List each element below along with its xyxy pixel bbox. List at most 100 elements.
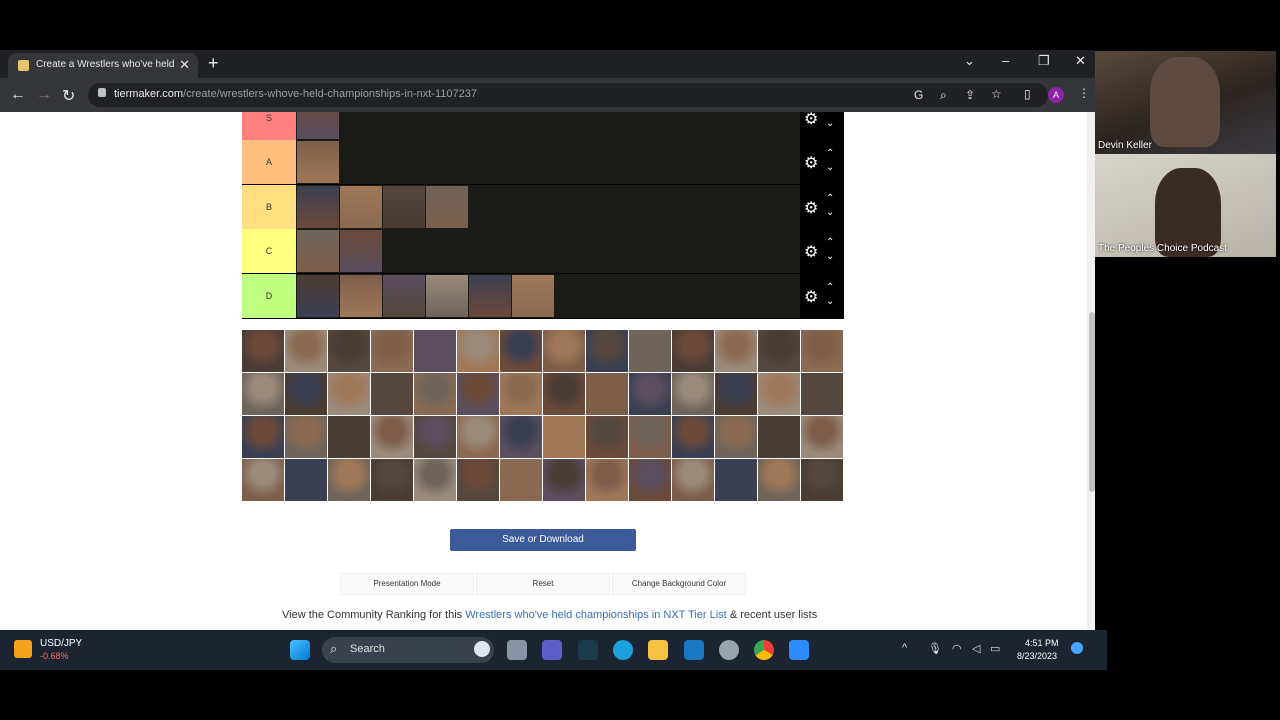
gear-icon[interactable]: ⚙ — [804, 242, 818, 262]
wrestler-thumbnail[interactable] — [285, 416, 327, 458]
zoom-app-icon[interactable] — [789, 640, 809, 660]
clock-time[interactable]: 4:51 PM — [1025, 638, 1059, 648]
wrestler-thumbnail[interactable] — [801, 459, 843, 501]
change-background-button[interactable]: Change Background Color — [612, 573, 746, 595]
wrestler-thumbnail[interactable] — [629, 330, 671, 372]
task-view-icon[interactable] — [507, 640, 527, 660]
clock-date[interactable]: 8/23/2023 — [1017, 651, 1057, 661]
reload-icon[interactable]: ↻ — [62, 86, 75, 106]
wrestler-thumbnail[interactable] — [543, 330, 585, 372]
wrestler-thumbnail[interactable] — [758, 459, 800, 501]
wrestler-thumbnail[interactable] — [297, 186, 339, 228]
wrestler-thumbnail[interactable] — [414, 373, 456, 415]
chrome-icon[interactable] — [754, 640, 774, 660]
move-up-icon[interactable]: ⌃ — [826, 148, 834, 159]
windows-start-icon[interactable] — [290, 640, 310, 660]
wrestler-thumbnail[interactable] — [715, 373, 757, 415]
wrestler-thumbnail[interactable] — [414, 330, 456, 372]
wrestler-thumbnail[interactable] — [672, 459, 714, 501]
wrestler-thumbnail[interactable] — [383, 186, 425, 228]
wrestler-thumbnail[interactable] — [285, 459, 327, 501]
microphone-icon[interactable]: 🎙 — [928, 642, 942, 655]
wrestler-thumbnail[interactable] — [500, 459, 542, 501]
wrestler-thumbnail[interactable] — [328, 416, 370, 458]
tab-search-icon[interactable]: ⌄ — [964, 53, 975, 69]
wrestler-thumbnail[interactable] — [457, 416, 499, 458]
wrestler-thumbnail[interactable] — [715, 459, 757, 501]
edge-icon[interactable] — [613, 640, 633, 660]
volume-icon[interactable]: ◁ — [972, 642, 980, 655]
profile-avatar[interactable]: A — [1048, 87, 1064, 103]
tier-label[interactable]: C — [242, 229, 296, 273]
tray-chevron-icon[interactable]: ^ — [902, 642, 907, 654]
move-up-icon[interactable]: ⌃ — [826, 237, 834, 248]
wrestler-thumbnail[interactable] — [543, 373, 585, 415]
bing-icon[interactable] — [474, 641, 490, 657]
wrestler-thumbnail[interactable] — [328, 459, 370, 501]
wrestler-thumbnail[interactable] — [340, 230, 382, 272]
wrestler-thumbnail[interactable] — [242, 459, 284, 501]
scrollbar-thumb[interactable] — [1089, 312, 1095, 492]
google-icon[interactable]: G — [914, 88, 923, 102]
wrestler-thumbnail[interactable] — [586, 373, 628, 415]
wrestler-thumbnail[interactable] — [758, 330, 800, 372]
gear-icon[interactable]: ⚙ — [804, 112, 818, 129]
wrestler-thumbnail[interactable] — [297, 275, 339, 317]
taskbar-search[interactable]: ⌕ Search — [322, 637, 494, 663]
wrestler-thumbnail[interactable] — [371, 459, 413, 501]
restore-icon[interactable]: ❐ — [1038, 53, 1050, 69]
wrestler-thumbnail[interactable] — [457, 459, 499, 501]
side-panel-icon[interactable]: ▯ — [1024, 87, 1031, 101]
wrestler-thumbnail[interactable] — [414, 459, 456, 501]
file-explorer-icon[interactable] — [648, 640, 668, 660]
wrestler-thumbnail[interactable] — [371, 330, 413, 372]
browser-tab[interactable]: Create a Wrestlers who've held c ✕ — [8, 53, 198, 78]
wrestler-thumbnail[interactable] — [586, 330, 628, 372]
wifi-icon[interactable]: ◠ — [952, 642, 962, 655]
wrestler-thumbnail[interactable] — [500, 373, 542, 415]
close-window-icon[interactable]: ✕ — [1075, 53, 1086, 69]
wrestler-thumbnail[interactable] — [457, 373, 499, 415]
forward-icon[interactable]: → — [36, 86, 52, 104]
store-icon[interactable] — [684, 640, 704, 660]
wrestler-thumbnail[interactable] — [672, 416, 714, 458]
wrestler-thumbnail[interactable] — [801, 416, 843, 458]
wrestler-thumbnail[interactable] — [672, 373, 714, 415]
chat-icon[interactable] — [542, 640, 562, 660]
wrestler-thumbnail[interactable] — [242, 416, 284, 458]
wrestler-thumbnail[interactable] — [242, 373, 284, 415]
wrestler-thumbnail[interactable] — [801, 330, 843, 372]
share-icon[interactable]: ⇪ — [965, 88, 975, 102]
zoom-icon[interactable]: ⌕ — [940, 88, 947, 103]
new-tab-icon[interactable]: + — [208, 53, 219, 74]
move-down-icon[interactable]: ⌄ — [826, 251, 834, 262]
wrestler-thumbnail[interactable] — [512, 275, 554, 317]
close-tab-icon[interactable]: ✕ — [179, 57, 190, 73]
move-down-icon[interactable]: ⌄ — [826, 118, 834, 129]
wrestler-thumbnail[interactable] — [426, 186, 468, 228]
wrestler-thumbnail[interactable] — [500, 416, 542, 458]
tier-label[interactable]: D — [242, 274, 296, 318]
notification-icon[interactable] — [1071, 642, 1083, 654]
settings-icon[interactable] — [719, 640, 739, 660]
gear-icon[interactable]: ⚙ — [804, 153, 818, 173]
menu-icon[interactable]: ⋮ — [1078, 86, 1090, 100]
wrestler-thumbnail[interactable] — [500, 330, 542, 372]
wrestler-thumbnail[interactable] — [543, 459, 585, 501]
wrestler-thumbnail[interactable] — [328, 373, 370, 415]
tier-label[interactable]: S — [242, 112, 296, 140]
wrestler-thumbnail[interactable] — [543, 416, 585, 458]
back-icon[interactable]: ← — [10, 86, 26, 104]
move-up-icon[interactable]: ⌃ — [826, 112, 834, 115]
wrestler-thumbnail[interactable] — [414, 416, 456, 458]
move-down-icon[interactable]: ⌄ — [826, 296, 834, 307]
wrestler-thumbnail[interactable] — [328, 330, 370, 372]
gear-icon[interactable]: ⚙ — [804, 287, 818, 307]
wrestler-thumbnail[interactable] — [629, 373, 671, 415]
wrestler-thumbnail[interactable] — [672, 330, 714, 372]
move-down-icon[interactable]: ⌄ — [826, 162, 834, 173]
bookmark-star-icon[interactable]: ☆ — [991, 87, 1002, 101]
ticker-name[interactable]: USD/JPY — [40, 638, 82, 649]
wrestler-thumbnail[interactable] — [285, 330, 327, 372]
wrestler-thumbnail[interactable] — [801, 373, 843, 415]
